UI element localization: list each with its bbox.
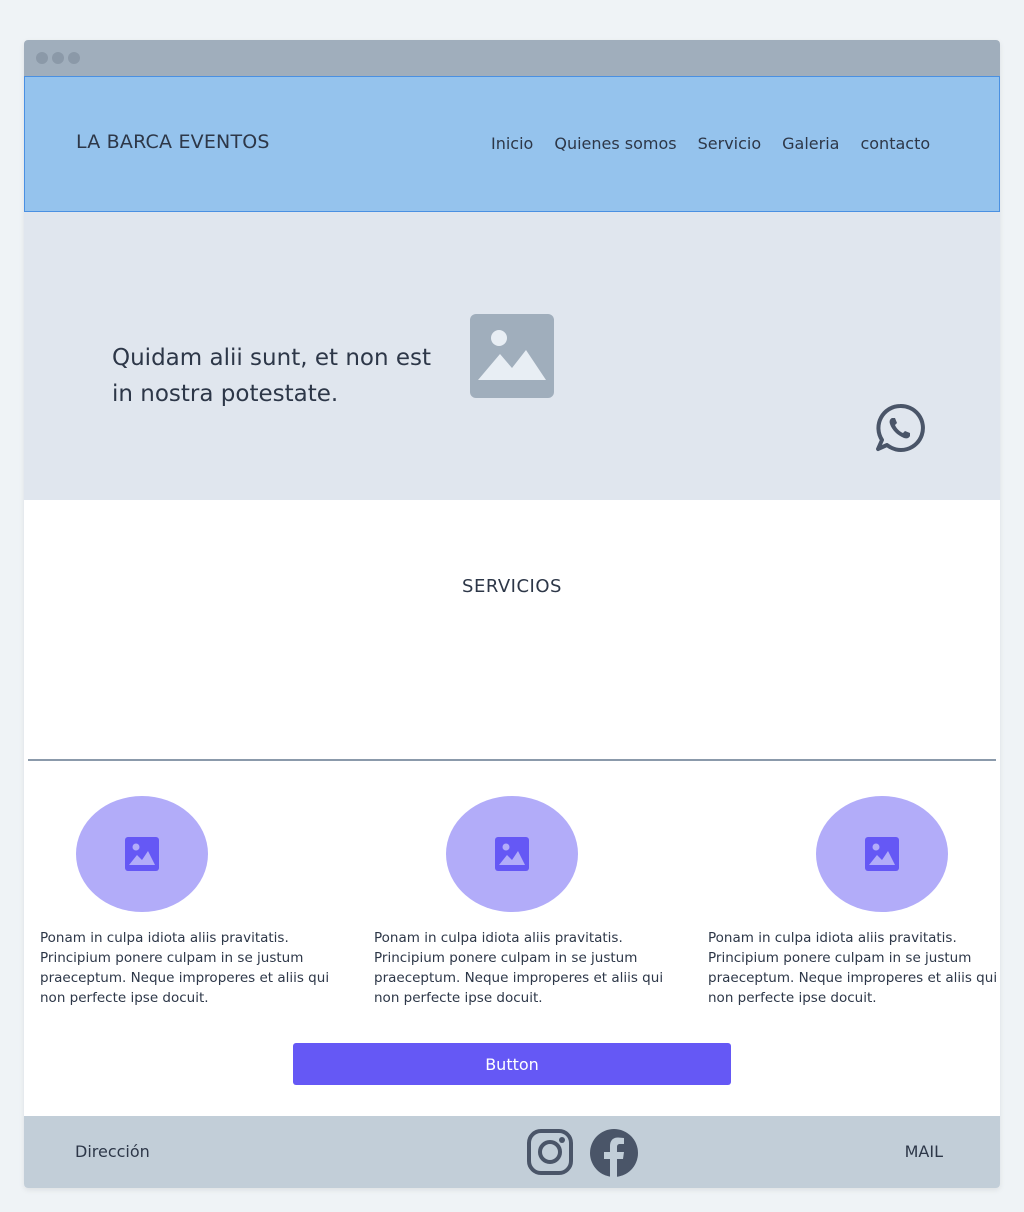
image-icon (125, 837, 159, 871)
service-description-1: Ponam in culpa idiota aliis pravitatis. … (40, 930, 330, 1006)
hero-section: Quidam alii sunt, et non est in nostra p… (24, 212, 1000, 500)
services-button[interactable]: Button (293, 1043, 731, 1085)
footer-address: Dirección (75, 1142, 150, 1161)
window-titlebar (24, 40, 1000, 76)
services-heading: SERVICIOS (462, 576, 562, 597)
window-dot (52, 52, 64, 64)
whatsapp-icon[interactable] (874, 402, 926, 454)
nav-item-inicio[interactable]: Inicio (491, 134, 533, 153)
main-nav: Inicio Quienes somos Servicio Galeria co… (491, 134, 951, 153)
image-icon (495, 837, 529, 871)
facebook-icon[interactable] (589, 1128, 639, 1178)
window-dot (36, 52, 48, 64)
nav-item-quienes-somos[interactable]: Quienes somos (554, 134, 676, 153)
site-footer: Dirección MAIL (24, 1116, 1000, 1188)
footer-mail[interactable]: MAIL (905, 1142, 943, 1161)
service-description-3: Ponam in culpa idiota aliis pravitatis. … (708, 930, 998, 1006)
instagram-icon[interactable] (526, 1128, 574, 1176)
nav-item-contacto[interactable]: contacto (860, 134, 930, 153)
service-image-1 (76, 796, 208, 912)
service-image-2 (446, 796, 578, 912)
service-image-3 (816, 796, 948, 912)
brand-name[interactable]: LA BARCA EVENTOS (76, 131, 270, 153)
image-icon (470, 314, 554, 398)
image-icon (865, 837, 899, 871)
window-dot (68, 52, 80, 64)
service-description-2: Ponam in culpa idiota aliis pravitatis. … (374, 930, 664, 1006)
browser-window: LA BARCA EVENTOS Inicio Quienes somos Se… (24, 40, 1000, 1188)
section-divider (28, 759, 996, 761)
site-header: LA BARCA EVENTOS Inicio Quienes somos Se… (24, 76, 1000, 212)
nav-item-galeria[interactable]: Galeria (782, 134, 839, 153)
nav-item-servicio[interactable]: Servicio (698, 134, 762, 153)
hero-text: Quidam alii sunt, et non est in nostra p… (112, 345, 432, 407)
